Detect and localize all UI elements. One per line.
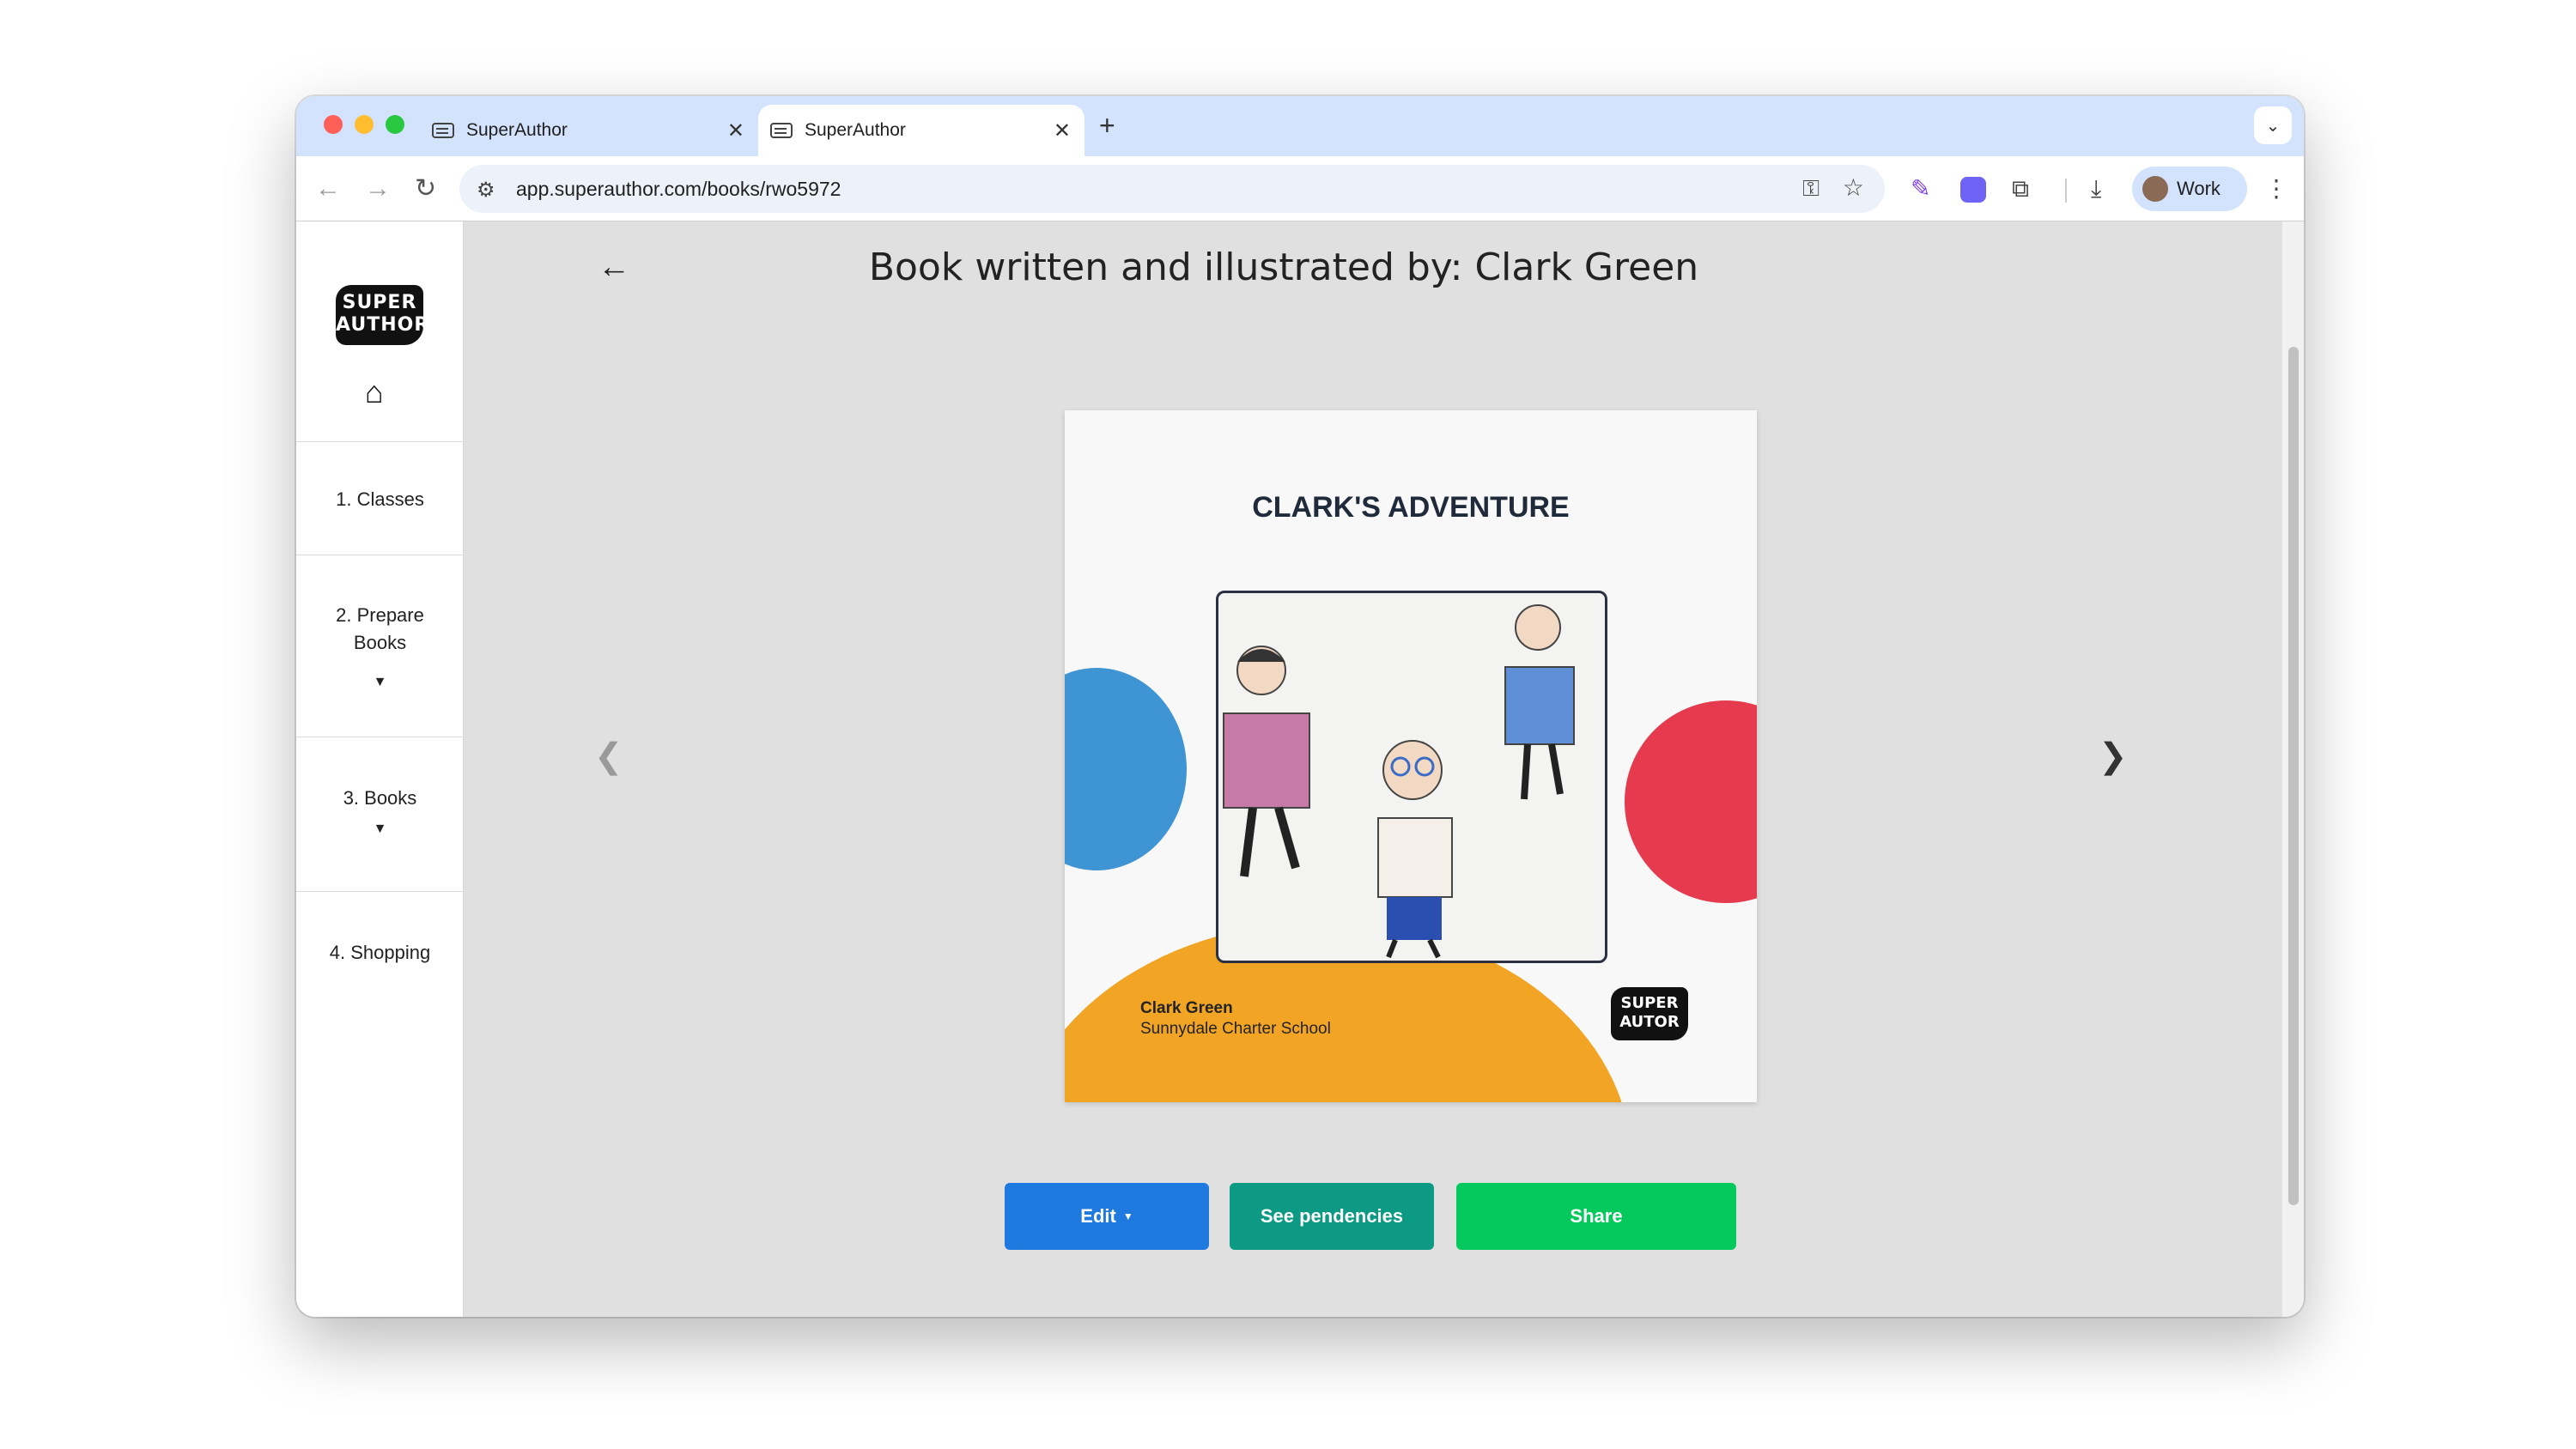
sidebar: SUPER AUTHOR ⌂ 1. Classes 2. Prepare Boo… xyxy=(296,221,464,1317)
forward-icon[interactable]: → xyxy=(365,172,391,206)
page-content: SUPER AUTHOR ⌂ 1. Classes 2. Prepare Boo… xyxy=(296,221,2304,1317)
home-icon[interactable]: ⌂ xyxy=(365,374,384,410)
back-icon[interactable]: ← xyxy=(315,172,341,206)
chevron-down-icon[interactable]: ▼ xyxy=(296,822,464,837)
site-favicon-icon xyxy=(432,123,454,138)
sidebar-item-prepare-books[interactable]: 2. Prepare Books ▼ xyxy=(296,555,464,737)
extension-icon[interactable] xyxy=(1960,177,1986,203)
sidebar-item-label: 1. Classes xyxy=(336,488,424,510)
url-text[interactable]: app.superauthor.com/books/rwo5972 xyxy=(516,178,841,201)
book-cover: CLARK'S ADVENTURE Clark Green Sunnydale … xyxy=(1065,410,1757,1102)
profile-button[interactable]: Work xyxy=(2132,167,2247,211)
chevron-down-icon[interactable]: ▼ xyxy=(296,669,464,696)
tab-strip: SuperAuthor ✕ SuperAuthor ✕ + ⌄ xyxy=(296,96,2304,156)
see-pendencies-button[interactable]: See pendencies xyxy=(1230,1183,1434,1250)
close-tab-icon[interactable]: ✕ xyxy=(1054,118,1071,143)
cover-illustration xyxy=(1216,591,1607,963)
red-circle-shape xyxy=(1625,700,1757,903)
tab-title: SuperAuthor xyxy=(805,120,906,140)
book-title: CLARK'S ADVENTURE xyxy=(1252,491,1570,524)
book-school: Sunnydale Charter School xyxy=(1140,1020,1331,1038)
previous-page-chevron-icon[interactable]: ❮ xyxy=(594,737,623,776)
maximize-window-button[interactable] xyxy=(386,115,404,134)
main-content: ← Book written and illustrated by: Clark… xyxy=(464,221,2282,1317)
page-scrollbar[interactable] xyxy=(2282,221,2304,1317)
download-icon[interactable]: ⤓ xyxy=(2091,173,2101,204)
browser-tab-active[interactable]: SuperAuthor ✕ xyxy=(758,105,1084,156)
book-logo: SUPER AUTOR xyxy=(1611,987,1688,1040)
bookmark-star-icon[interactable]: ☆ xyxy=(1843,173,1864,202)
sidebar-item-label: 2. Prepare Books xyxy=(336,604,424,653)
site-settings-icon[interactable]: ⚙ xyxy=(477,178,495,203)
browser-toolbar: ← → ↻ ⚙ app.superauthor.com/books/rwo597… xyxy=(296,156,2304,221)
address-bar[interactable]: ⚙ app.superauthor.com/books/rwo5972 ⚿ ☆ xyxy=(459,165,1885,213)
book-author: Clark Green xyxy=(1140,999,1233,1017)
page-title: Book written and illustrated by: Clark G… xyxy=(868,246,1699,289)
edit-button[interactable]: Edit ▼ xyxy=(1005,1183,1209,1250)
pen-extension-icon[interactable]: ✎ xyxy=(1911,173,1930,204)
avatar xyxy=(2142,176,2168,202)
sidebar-item-label: 4. Shopping xyxy=(329,942,431,963)
sidebar-item-books[interactable]: 3. Books ▼ xyxy=(296,737,464,891)
next-page-chevron-icon[interactable]: ❯ xyxy=(2099,737,2128,776)
blue-circle-shape xyxy=(1065,668,1187,870)
sidebar-item-shopping[interactable]: 4. Shopping xyxy=(296,891,464,1004)
children-drawing-image xyxy=(1223,604,1575,959)
superauthor-logo[interactable]: SUPER AUTHOR xyxy=(336,285,428,345)
new-tab-button[interactable]: + xyxy=(1099,112,1115,139)
reload-icon[interactable]: ↻ xyxy=(415,172,436,206)
toolbar-divider xyxy=(2065,179,2067,203)
share-button[interactable]: Share xyxy=(1456,1183,1736,1250)
edit-button-label: Edit xyxy=(1080,1205,1116,1227)
window-controls xyxy=(324,115,404,134)
minimize-window-button[interactable] xyxy=(355,115,374,134)
caret-down-icon: ▼ xyxy=(1122,1210,1133,1222)
close-window-button[interactable] xyxy=(324,115,343,134)
extensions-puzzle-icon[interactable]: ⧉ xyxy=(2012,173,2029,204)
tab-search-button[interactable]: ⌄ xyxy=(2254,106,2292,144)
tab-title: SuperAuthor xyxy=(466,120,568,140)
close-tab-icon[interactable]: ✕ xyxy=(727,118,744,143)
browser-window: SuperAuthor ✕ SuperAuthor ✕ + ⌄ ← → ↻ ⚙ … xyxy=(296,96,2304,1317)
scrollbar-thumb[interactable] xyxy=(2288,347,2299,1205)
browser-tab[interactable]: SuperAuthor ✕ xyxy=(432,105,758,156)
profile-label: Work xyxy=(2177,178,2221,199)
site-favicon-icon xyxy=(770,123,793,138)
sidebar-item-label: 3. Books xyxy=(343,787,417,809)
password-key-icon[interactable]: ⚿ xyxy=(1802,175,1820,203)
sidebar-item-classes[interactable]: 1. Classes xyxy=(296,441,464,555)
more-menu-icon[interactable]: ⋮ xyxy=(2264,173,2288,204)
